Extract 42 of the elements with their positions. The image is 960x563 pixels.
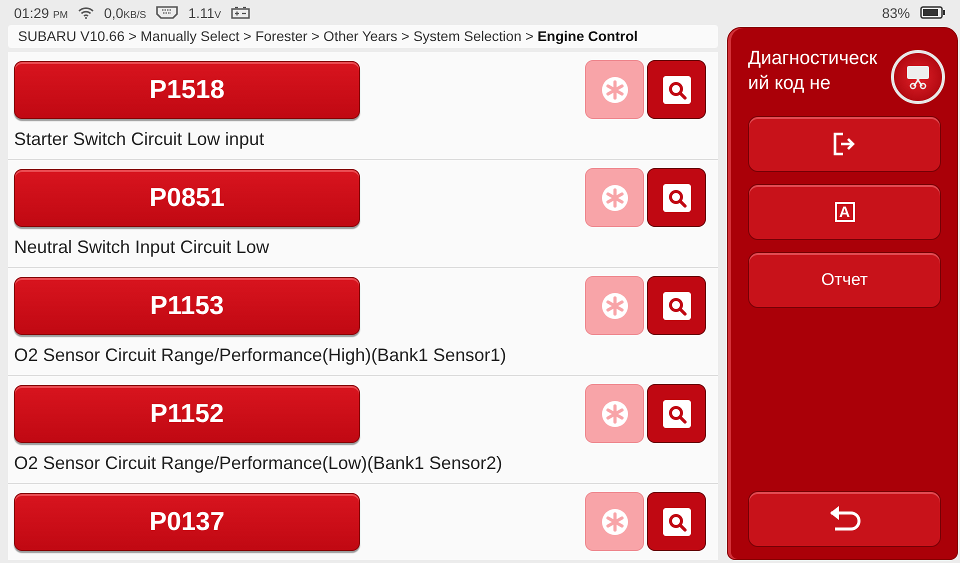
breadcrumb-path: SUBARU V10.66 > Manually Select > Forester > Other Years > System Selection > Engine Control	[8, 25, 718, 48]
asterisk-icon	[600, 508, 628, 536]
wifi-icon	[78, 6, 94, 18]
trouble-code-button[interactable]: P1518	[14, 60, 360, 118]
code-description: O2 Sensor Circuit Range/Performance(High)(Bank1 Sensor1)	[14, 345, 508, 366]
asterisk-icon	[600, 184, 628, 212]
screenshot-button[interactable]	[891, 50, 945, 104]
search-icon	[662, 508, 690, 536]
asterisk-icon	[600, 76, 628, 104]
search-button[interactable]	[647, 60, 706, 119]
code-description: Neutral Switch Input Circuit Low	[14, 237, 270, 258]
search-button[interactable]	[647, 492, 706, 551]
search-button[interactable]	[647, 276, 706, 335]
letter-icon: A	[834, 202, 854, 222]
font-button[interactable]: A	[748, 184, 941, 240]
search-button[interactable]	[647, 384, 706, 443]
search-icon	[662, 292, 690, 320]
search-icon	[662, 400, 690, 428]
voltage-reading: 1.11V	[188, 4, 222, 20]
back-button[interactable]	[748, 491, 941, 547]
code-description: O2 Sensor Circuit Range/Performance(Low)(Bank1 Sensor2)	[14, 453, 504, 474]
search-button[interactable]	[647, 168, 706, 227]
panel-title: Диагностический код не	[748, 47, 878, 96]
connector-icon	[156, 6, 178, 19]
asterisk-icon	[600, 400, 628, 428]
clock-time: 01:29 PM	[14, 4, 68, 20]
trouble-code-button[interactable]: P0851	[14, 168, 360, 226]
battery-icon	[920, 6, 946, 19]
search-icon	[662, 76, 690, 104]
exit-button[interactable]	[748, 116, 941, 172]
asterisk-icon	[600, 292, 628, 320]
trouble-code-button[interactable]: P0137	[14, 492, 360, 550]
battery-percent: 83%	[882, 4, 910, 20]
trouble-code-button[interactable]: P1153	[14, 276, 360, 334]
code-description: Starter Switch Circuit Low input	[14, 129, 266, 150]
car-battery-icon	[231, 6, 250, 19]
trouble-code-button[interactable]: P1152	[14, 384, 360, 442]
search-icon	[662, 184, 690, 212]
network-speed: 0,0KB/S	[104, 4, 146, 20]
scissors-icon	[905, 64, 931, 90]
exit-icon	[832, 132, 858, 156]
report-button[interactable]: Отчет	[748, 252, 941, 308]
